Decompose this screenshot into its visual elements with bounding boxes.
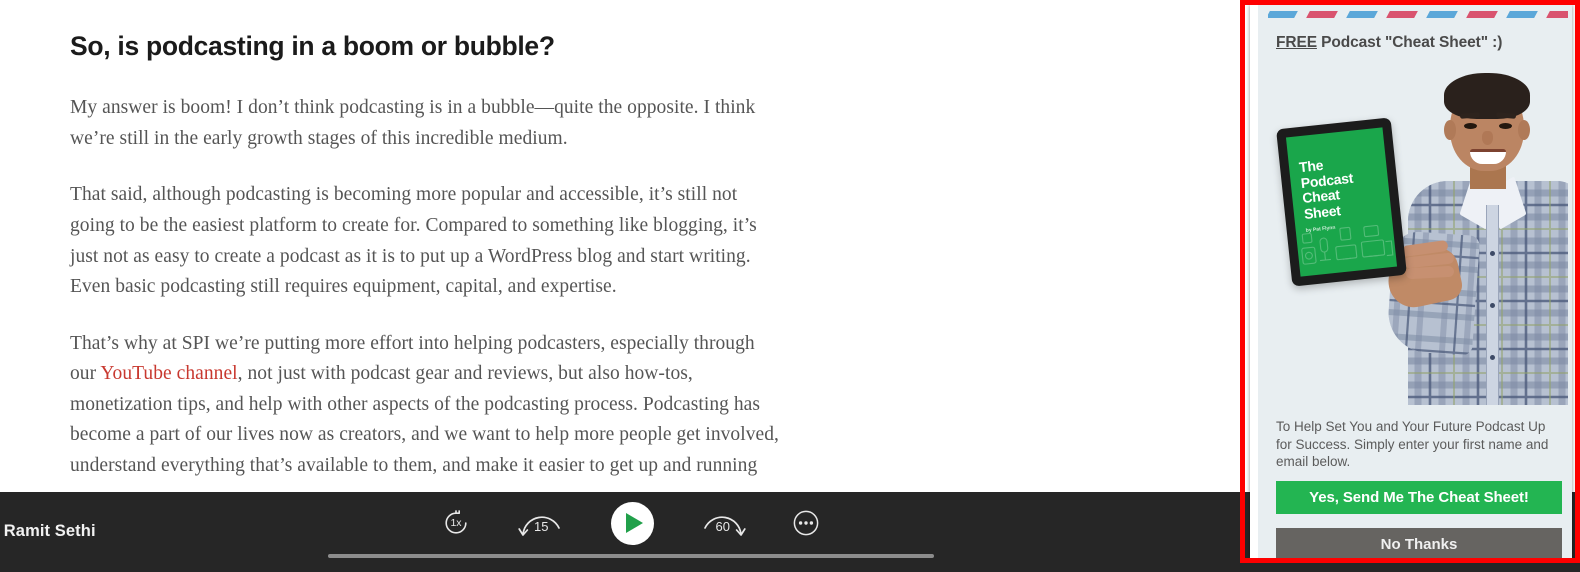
rewind-15-button[interactable]: 15 <box>517 506 565 540</box>
episode-title: ealth with Ramit Sethi <box>0 522 96 540</box>
page-title: So, is podcasting in a boom or bubble? <box>70 31 555 61</box>
rewind-15-icon <box>517 508 565 538</box>
playback-speed-button[interactable]: 1x <box>440 507 472 539</box>
article-paragraph-2: That said, although podcasting is becomi… <box>70 184 757 298</box>
highlight-annotation-box <box>1240 0 1580 563</box>
player-controls: 1x 15 60 <box>440 492 820 554</box>
article-content: So, is podcasting in a boom or bubble? M… <box>0 0 1240 492</box>
youtube-channel-link[interactable]: YouTube channel <box>100 363 237 384</box>
page-root: So, is podcasting in a boom or bubble? M… <box>0 0 1580 572</box>
forward-60-button[interactable]: 60 <box>699 506 747 540</box>
more-options-icon <box>793 510 819 536</box>
article-paragraph-1: My answer is boom! I don’t think podcast… <box>70 97 756 149</box>
playback-progress-bar[interactable] <box>328 554 934 558</box>
play-button[interactable] <box>610 501 654 545</box>
forward-60-icon <box>699 508 747 538</box>
play-icon <box>626 513 643 533</box>
playback-speed-icon <box>441 508 471 538</box>
article-paragraph-3: That’s why at SPI we’re putting more eff… <box>70 329 785 482</box>
more-options-button[interactable] <box>792 509 820 537</box>
